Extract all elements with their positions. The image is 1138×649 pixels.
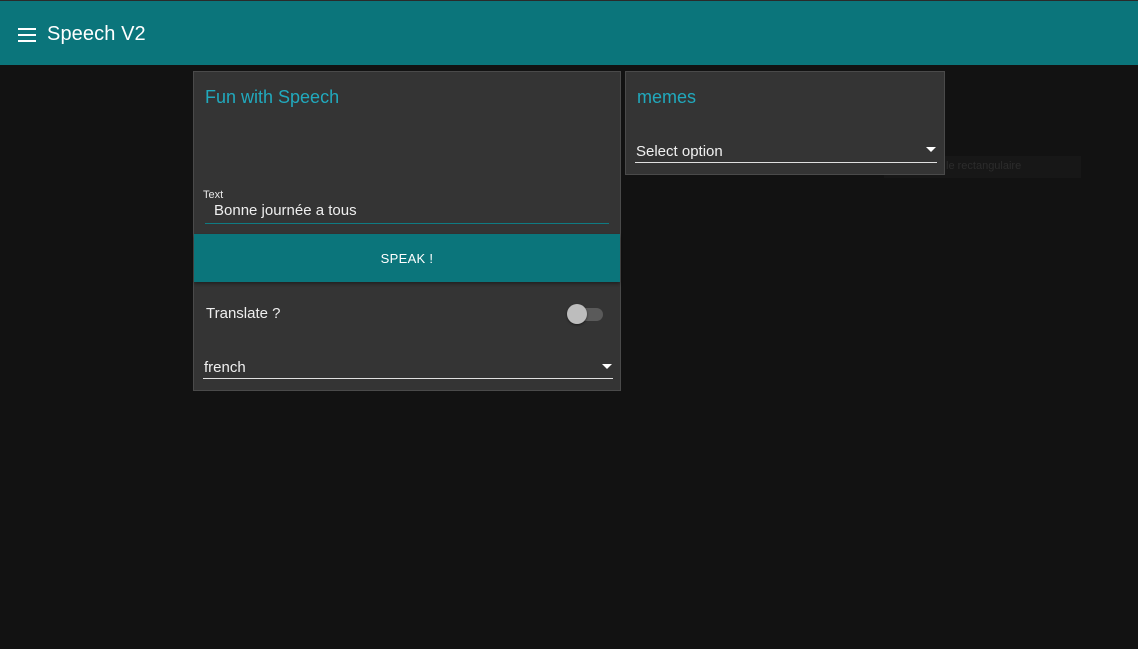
app-title: Speech V2 xyxy=(47,23,146,45)
speech-card: Fun with Speech Text SPEAK ! Translate ?… xyxy=(193,71,621,391)
hamburger-menu-icon[interactable] xyxy=(18,28,36,42)
meme-card-title: memes xyxy=(637,87,697,107)
meme-select[interactable]: Select option xyxy=(635,141,937,163)
language-select[interactable]: french xyxy=(203,357,613,379)
app-bar: Speech V2 xyxy=(0,0,1138,65)
toggle-thumb xyxy=(567,304,587,324)
speak-button[interactable]: SPEAK ! xyxy=(194,234,620,282)
language-select-value: french xyxy=(204,359,246,376)
speech-card-title: Fun with Speech xyxy=(205,87,340,107)
translate-toggle[interactable] xyxy=(567,304,605,324)
text-input[interactable] xyxy=(205,198,609,224)
ghost-tooltip-text: le rectangulaire xyxy=(946,160,1022,172)
meme-card: memes Select option xyxy=(625,71,945,175)
dropdown-caret-icon xyxy=(602,364,612,369)
meme-select-value: Select option xyxy=(636,143,723,160)
translate-label: Translate ? xyxy=(206,305,281,322)
dropdown-caret-icon xyxy=(926,147,936,152)
